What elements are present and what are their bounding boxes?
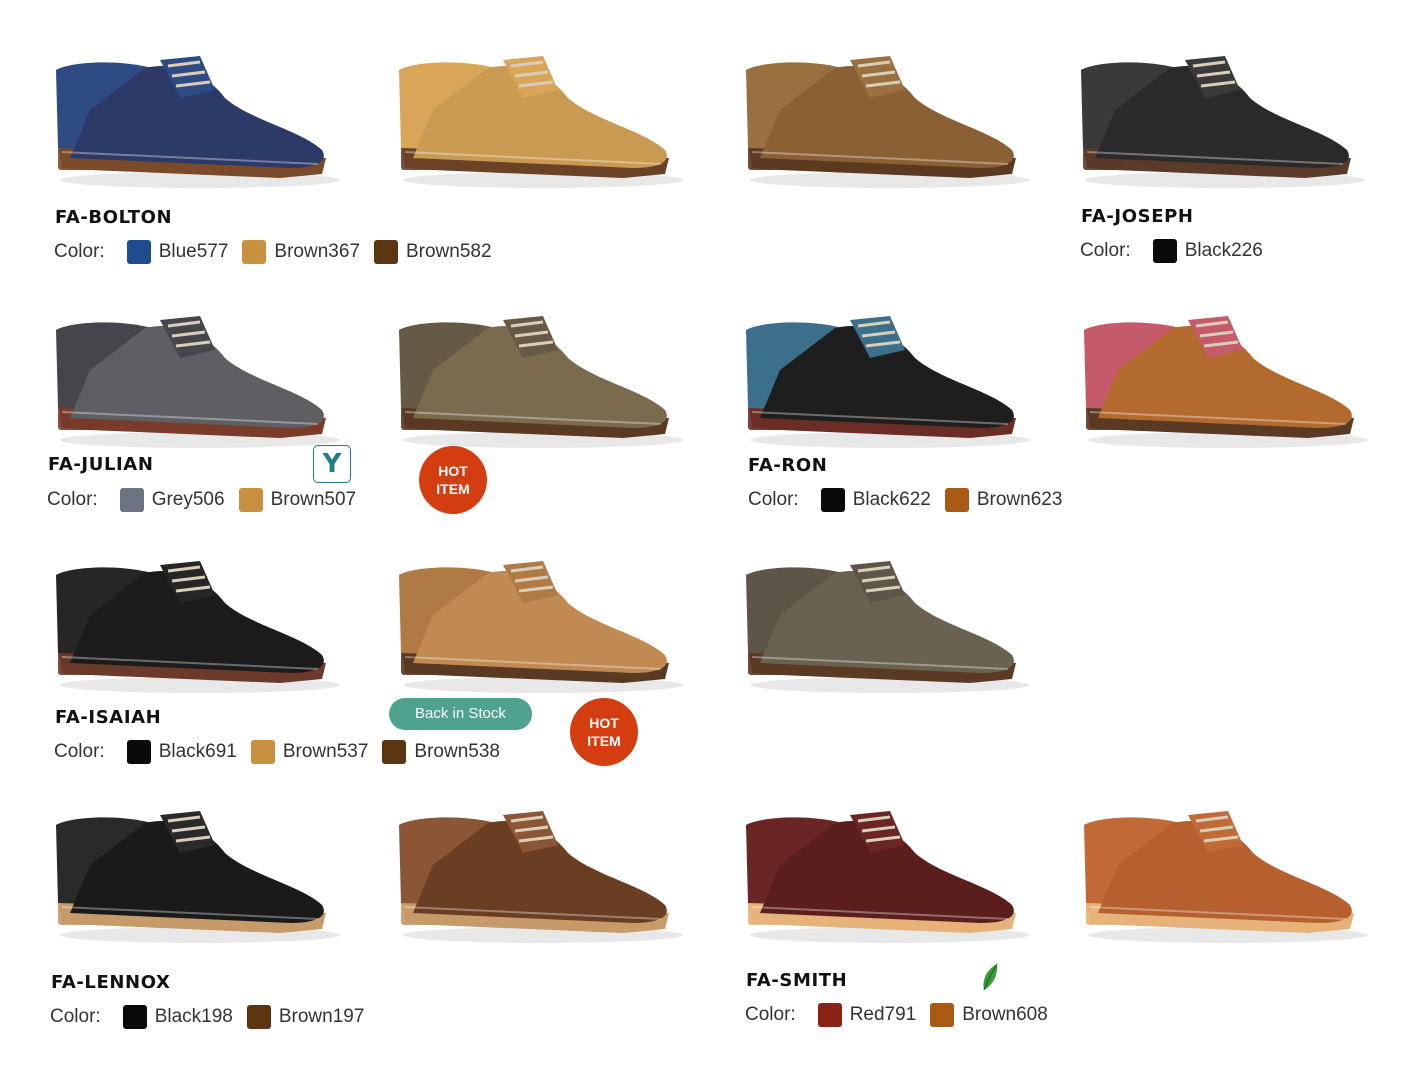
swatch-brown537[interactable]: Brown537 — [250, 740, 369, 764]
swatch-black622[interactable]: Black622 — [820, 488, 931, 512]
model-name-julian[interactable]: FA-JULIAN — [48, 454, 154, 475]
swatch-brown538[interactable]: Brown538 — [382, 740, 500, 764]
swatch-red791[interactable]: Red791 — [817, 1003, 917, 1027]
swatch-label: Brown582 — [405, 241, 492, 262]
swatch-label: Blue577 — [158, 241, 229, 262]
shoe-image-lennox-black[interactable] — [50, 795, 340, 945]
swatch-blue577[interactable]: Blue577 — [126, 240, 229, 264]
model-name-bolton[interactable]: FA-BOLTON — [55, 207, 172, 228]
color-row-lennox: Color: Black198 Brown197 — [50, 1005, 378, 1029]
model-name-joseph[interactable]: FA-JOSEPH — [1081, 206, 1194, 227]
swatch-black691[interactable]: Black691 — [126, 740, 237, 764]
swatch-label: Black198 — [154, 1006, 233, 1027]
swatch-label: Brown507 — [270, 489, 357, 510]
swatch-label: Black622 — [852, 489, 931, 510]
hot-item-badge: HOT ITEM — [570, 698, 638, 766]
color-chip — [126, 240, 151, 264]
swatch-label: Brown623 — [976, 489, 1063, 510]
swatch-label: Brown537 — [282, 741, 369, 762]
swatch-grey506[interactable]: Grey506 — [119, 488, 225, 512]
model-name-ron[interactable]: FA-RON — [748, 455, 827, 476]
shoe-image-isaiah-black[interactable] — [50, 545, 340, 695]
swatch-label: Brown367 — [274, 241, 360, 262]
shoe-image-bolton-blue[interactable] — [50, 40, 340, 190]
swatch-black226[interactable]: Black226 — [1152, 239, 1263, 263]
color-chip — [930, 1003, 955, 1027]
color-chip — [382, 740, 407, 764]
shoe-image-smith-red[interactable] — [740, 795, 1030, 945]
shoe-image-julian-brown[interactable] — [393, 300, 683, 450]
swatch-label: Brown197 — [278, 1006, 365, 1027]
color-chip — [817, 1003, 842, 1027]
swatch-label: Grey506 — [151, 489, 225, 510]
shoe-image-isaiah-grey[interactable] — [740, 545, 1030, 695]
hot-item-badge: HOT ITEM — [419, 446, 487, 514]
model-name-smith[interactable]: FA-SMITH — [746, 970, 847, 991]
swatch-brown623[interactable]: Brown623 — [944, 488, 1063, 512]
color-label: Color: — [47, 489, 98, 510]
y-badge: Y — [313, 445, 351, 483]
color-label: Color: — [50, 1006, 101, 1027]
leaf-icon — [983, 963, 998, 991]
color-label: Color: — [748, 489, 799, 510]
swatch-label: Brown608 — [962, 1004, 1048, 1025]
color-label: Color: — [54, 741, 105, 762]
color-chip — [246, 1005, 271, 1029]
color-chip — [238, 488, 263, 512]
model-name-isaiah[interactable]: FA-ISAIAH — [55, 707, 161, 728]
color-label: Color: — [745, 1004, 796, 1025]
shoe-image-bolton-brown367[interactable] — [393, 40, 683, 190]
color-row-julian: Color: Grey506 Brown507 — [47, 488, 370, 512]
swatch-brown197[interactable]: Brown197 — [246, 1005, 365, 1029]
shoe-image-smith-brown[interactable] — [1078, 795, 1368, 945]
color-row-joseph: Color: Black226 — [1080, 239, 1277, 263]
back-in-stock-badge: Back in Stock — [389, 698, 532, 730]
swatch-label: Brown538 — [414, 741, 500, 762]
shoe-image-lennox-brown[interactable] — [393, 795, 683, 945]
color-chip — [250, 740, 275, 764]
shoe-image-isaiah-brown537[interactable] — [393, 545, 683, 695]
swatch-brown582[interactable]: Brown582 — [373, 240, 492, 264]
color-row-smith: Color: Red791 Brown608 — [745, 1003, 1062, 1027]
color-chip — [373, 240, 398, 264]
color-row-bolton: Color: Blue577 Brown367 Brown582 — [54, 240, 506, 264]
swatch-label: Black226 — [1184, 240, 1263, 261]
shoe-image-ron-black[interactable] — [740, 300, 1030, 450]
swatch-brown367[interactable]: Brown367 — [242, 240, 360, 264]
color-chip — [944, 488, 969, 512]
color-label: Color: — [54, 241, 105, 262]
color-row-ron: Color: Black622 Brown623 — [748, 488, 1076, 512]
shoe-image-joseph-black[interactable] — [1075, 40, 1365, 190]
model-name-lennox[interactable]: FA-LENNOX — [51, 972, 170, 993]
swatch-label: Red791 — [849, 1004, 917, 1025]
color-chip — [242, 240, 267, 264]
color-chip — [1152, 239, 1177, 263]
color-chip — [122, 1005, 147, 1029]
color-chip — [119, 488, 144, 512]
swatch-brown608[interactable]: Brown608 — [930, 1003, 1048, 1027]
color-label: Color: — [1080, 240, 1131, 261]
swatch-black198[interactable]: Black198 — [122, 1005, 233, 1029]
color-chip — [820, 488, 845, 512]
color-chip — [126, 740, 151, 764]
shoe-image-ron-brown[interactable] — [1078, 300, 1368, 450]
color-row-isaiah: Color: Black691 Brown537 Brown538 — [54, 740, 514, 764]
shoe-image-julian-grey[interactable] — [50, 300, 340, 450]
swatch-brown507[interactable]: Brown507 — [238, 488, 357, 512]
shoe-image-bolton-brown582[interactable] — [740, 40, 1030, 190]
swatch-label: Black691 — [158, 741, 237, 762]
